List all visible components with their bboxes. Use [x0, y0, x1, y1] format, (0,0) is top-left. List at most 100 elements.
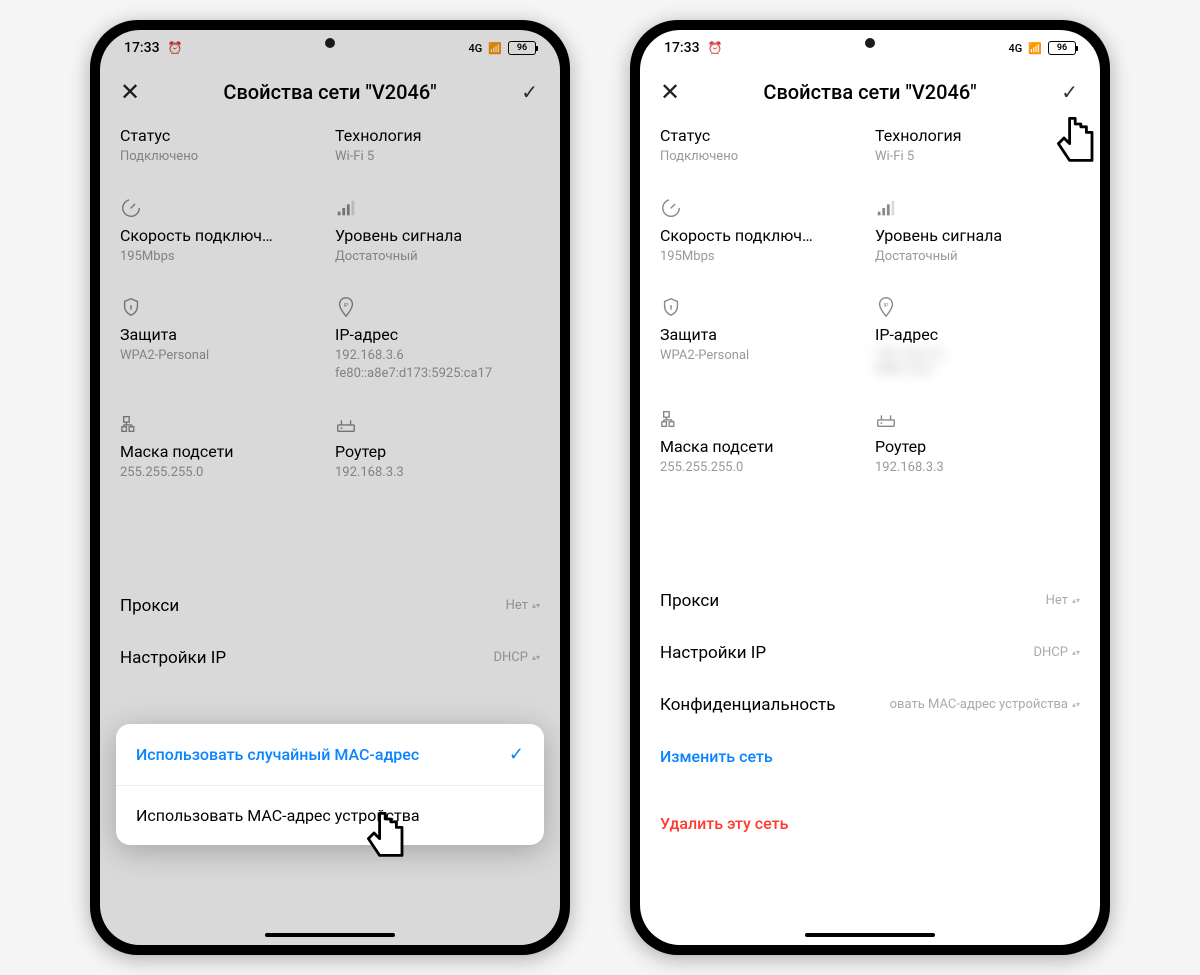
proxy-label: Прокси	[660, 591, 719, 611]
ipset-label: Настройки IP	[120, 648, 226, 668]
security-value: WPA2-Personal	[660, 347, 865, 365]
phone-right: 17:33 4G 📶 96 ✕ Свойства сети "V2046" ✓ …	[630, 20, 1110, 955]
signal-value: Достаточный	[335, 248, 540, 266]
home-indicator[interactable]	[805, 933, 935, 937]
privacy-value: овать MAC-адрес устройства	[890, 697, 1068, 712]
chevron-updown-icon: ▴▾	[532, 603, 540, 608]
security-label: Защита	[660, 325, 865, 344]
screen-right: 17:33 4G 📶 96 ✕ Свойства сети "V2046" ✓ …	[640, 30, 1100, 945]
speed-icon	[660, 196, 865, 220]
mask-value: 255.255.255.0	[660, 459, 865, 477]
mask-label: Маска подсети	[660, 437, 865, 456]
phone-left: 17:33 4G 📶 96 ✕ Свойства сети "V2046" ✓ …	[90, 20, 570, 955]
cell-signal: Уровень сигнала Достаточный	[875, 188, 1080, 284]
ip-value-blurred: 192.168.3.6fe80::xxxx	[875, 347, 1080, 377]
alarm-icon	[168, 40, 183, 56]
speed-label: Скорость подключ…	[120, 226, 325, 245]
popup-opt2-label: Использовать МАС-адрес устройства	[136, 806, 420, 825]
home-indicator[interactable]	[265, 933, 395, 937]
ip-value1: 192.168.3.6	[335, 347, 540, 365]
router-icon	[335, 412, 540, 436]
shield-icon	[120, 295, 325, 319]
status-value: Подключено	[660, 148, 865, 166]
cell-tech: Технология Wi-Fi 5	[335, 118, 540, 184]
ip-label: IP-адрес	[335, 325, 540, 344]
confirm-icon[interactable]: ✓	[1061, 80, 1078, 104]
router-icon	[875, 407, 1080, 431]
ip-value2: fe80::a8e7:d173:5925:ca17	[335, 365, 540, 383]
proxy-label: Прокси	[120, 596, 179, 616]
cell-tech: Технология Wi-Fi 5	[875, 118, 1080, 184]
signal-bars-icon	[335, 196, 540, 220]
privacy-label: Конфиденциальность	[660, 695, 835, 715]
tech-label: Технология	[875, 126, 1080, 145]
cell-security: Защита WPA2-Personal	[120, 287, 325, 400]
subnet-icon	[660, 407, 865, 431]
popup-random-mac[interactable]: Использовать случайный МАС-адрес ✓	[116, 724, 544, 786]
status-net: 4G	[469, 42, 483, 55]
signal-icon: 📶	[488, 42, 502, 55]
cell-speed: Скорость подключ… 195Mbps	[660, 188, 865, 284]
status-net: 4G	[1009, 42, 1023, 55]
header: ✕ Свойства сети "V2046" ✓	[640, 66, 1100, 118]
tech-value: Wi-Fi 5	[335, 148, 540, 166]
chevron-updown-icon: ▴▾	[1072, 598, 1080, 603]
popup-opt1-label: Использовать случайный МАС-адрес	[136, 745, 419, 764]
mask-value: 255.255.255.0	[120, 464, 325, 482]
modify-network-link[interactable]: Изменить сеть	[660, 731, 1080, 782]
cell-speed: Скорость подключ… 195Mbps	[120, 188, 325, 284]
ipset-value: DHCP	[494, 650, 528, 665]
row-privacy[interactable]: Конфиденциальность овать MAC-адрес устро…	[660, 679, 1080, 731]
proxy-value: Нет	[506, 598, 528, 613]
row-ip-settings[interactable]: Настройки IP DHCP ▴▾	[660, 627, 1080, 679]
battery-icon: 96	[1048, 41, 1076, 55]
status-label: Статус	[120, 126, 325, 145]
ip-pin-icon	[875, 295, 1080, 319]
row-proxy[interactable]: Прокси Нет ▴▾	[660, 575, 1080, 627]
page-title: Свойства сети "V2046"	[690, 80, 1080, 104]
popup-device-mac[interactable]: Использовать МАС-адрес устройства	[116, 786, 544, 845]
cell-status: Статус Подключено	[660, 118, 865, 184]
status-value: Подключено	[120, 148, 325, 166]
battery-icon: 96	[508, 41, 536, 55]
speed-value: 195Mbps	[120, 248, 325, 266]
close-icon[interactable]: ✕	[120, 78, 150, 106]
header: ✕ Свойства сети "V2046" ✓	[100, 66, 560, 118]
chevron-updown-icon: ▴▾	[532, 655, 540, 660]
tech-label: Технология	[335, 126, 540, 145]
row-ip-settings[interactable]: Настройки IP DHCP ▴▾	[120, 632, 540, 684]
cell-mask: Маска подсети 255.255.255.0	[660, 399, 865, 495]
alarm-icon	[708, 40, 723, 56]
subnet-icon	[120, 412, 325, 436]
delete-network-link[interactable]: Удалить эту сеть	[660, 798, 1080, 849]
signal-value: Достаточный	[875, 248, 1080, 266]
speed-icon	[120, 196, 325, 220]
cell-router: Роутер 192.168.3.3	[875, 399, 1080, 495]
chevron-updown-icon: ▴▾	[1072, 650, 1080, 655]
signal-label: Уровень сигнала	[335, 226, 540, 245]
row-proxy[interactable]: Прокси Нет ▴▾	[120, 580, 540, 632]
check-icon: ✓	[509, 744, 524, 765]
shield-icon	[660, 295, 865, 319]
router-label: Роутер	[335, 442, 540, 461]
proxy-value: Нет	[1046, 593, 1068, 608]
page-title: Свойства сети "V2046"	[150, 80, 540, 104]
ip-pin-icon	[335, 295, 540, 319]
ipset-value: DHCP	[1034, 645, 1068, 660]
router-label: Роутер	[875, 437, 1080, 456]
speed-value: 195Mbps	[660, 248, 865, 266]
cell-ip: IP-адрес 192.168.3.6fe80::xxxx	[875, 287, 1080, 395]
security-label: Защита	[120, 325, 325, 344]
status-bar: 17:33 4G 📶 96	[100, 30, 560, 66]
cell-security: Защита WPA2-Personal	[660, 287, 865, 395]
signal-icon: 📶	[1028, 42, 1042, 55]
confirm-icon[interactable]: ✓	[521, 80, 538, 104]
status-bar: 17:33 4G 📶 96	[640, 30, 1100, 66]
mac-popup: Использовать случайный МАС-адрес ✓ Испол…	[116, 724, 544, 845]
ipset-label: Настройки IP	[660, 643, 766, 663]
close-icon[interactable]: ✕	[660, 78, 690, 106]
cell-status: Статус Подключено	[120, 118, 325, 184]
status-time: 17:33	[664, 40, 700, 56]
mask-label: Маска подсети	[120, 442, 325, 461]
router-value: 192.168.3.3	[875, 459, 1080, 477]
